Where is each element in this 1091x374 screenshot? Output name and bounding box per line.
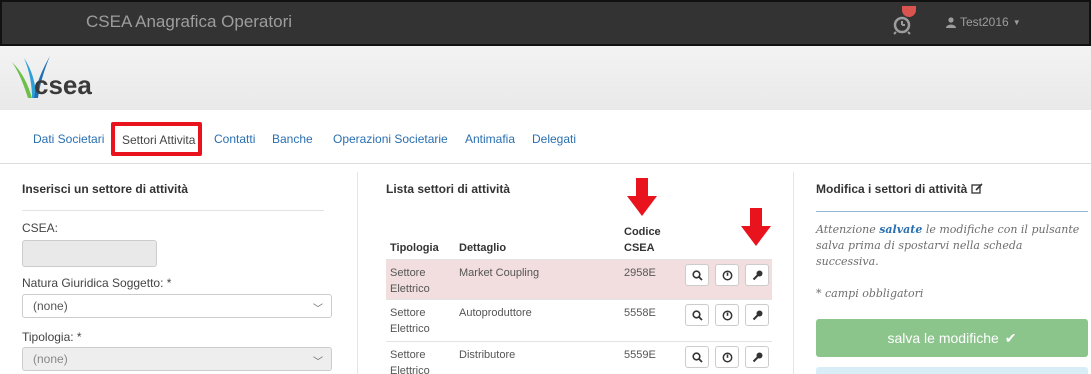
edit-divider <box>816 211 1088 212</box>
row-dettaglio: Market Coupling <box>459 267 540 279</box>
header-dettaglio: Dettaglio <box>459 242 507 254</box>
tab-banche[interactable]: Banche <box>272 132 313 146</box>
chevron-down-icon: ﹀ <box>313 304 323 315</box>
row-tipologia: Settore Elettrico <box>390 307 430 335</box>
wrench-icon <box>752 310 762 320</box>
search-icon <box>691 351 703 363</box>
row-dettaglio: Autoproduttore <box>459 307 532 319</box>
red-arrow-icon <box>741 208 771 246</box>
user-menu[interactable]: Test2016 ▼ <box>946 15 1021 29</box>
tab-bar: Dati Societari Settori Attivita Contatti… <box>0 110 1091 164</box>
csea-label: CSEA: <box>22 221 59 235</box>
edit-button[interactable] <box>745 264 769 286</box>
row-tipologia: Settore Elettrico <box>390 267 430 295</box>
natura-value: (none) <box>33 299 68 313</box>
power-icon <box>722 352 732 362</box>
wrench-icon <box>752 352 762 362</box>
tab-operazioni-societarie[interactable]: Operazioni Societarie <box>333 132 448 146</box>
alarm-clock-icon[interactable] <box>890 6 920 38</box>
natura-label: Natura Giuridica Soggetto: * <box>22 276 172 290</box>
red-arrow-icon <box>627 178 657 216</box>
user-icon <box>946 16 956 28</box>
form-title: Inserisci un settore di attività <box>22 182 189 196</box>
edit-button[interactable] <box>745 346 769 368</box>
toggle-button[interactable] <box>715 346 739 368</box>
tab-delegati[interactable]: Delegati <box>532 132 576 146</box>
list-title: Lista settori di attività <box>386 182 511 196</box>
save-button-label: salva le modifiche <box>887 330 999 346</box>
note-text-before: Attenzione <box>816 223 880 236</box>
view-button[interactable] <box>685 264 709 286</box>
toggle-button[interactable] <box>715 264 739 286</box>
row-tipologia: Settore Elettrico <box>390 349 430 374</box>
chevron-down-icon: ﹀ <box>313 357 323 368</box>
tab-dati-societari[interactable]: Dati Societari <box>33 132 104 146</box>
row-dettaglio: Distributore <box>459 349 516 361</box>
column-separator <box>793 172 794 374</box>
edit-icon <box>971 183 983 194</box>
logo-text: csea <box>34 70 92 100</box>
check-icon: ✔ <box>1004 329 1017 346</box>
required-fields-note: * campi obbligatori <box>816 287 924 300</box>
column-separator <box>357 172 358 374</box>
search-icon <box>691 309 703 321</box>
tab-contatti[interactable]: Contatti <box>214 132 255 146</box>
app-title[interactable]: CSEA Anagrafica Operatori <box>86 12 292 32</box>
tab-settori-attivita[interactable]: Settori Attivita <box>111 122 202 156</box>
tipologia-select[interactable]: (none) ﹀ <box>22 347 332 371</box>
wrench-icon <box>752 270 762 280</box>
header-codice: Codice <box>624 226 661 238</box>
header-csea: CSEA <box>624 242 655 254</box>
logo-band: csea <box>0 46 1091 110</box>
view-button[interactable] <box>685 346 709 368</box>
top-navbar: CSEA Anagrafica Operatori Test2016 ▼ <box>0 0 1091 46</box>
row-codice: 5558E <box>624 307 656 319</box>
power-icon <box>722 270 732 280</box>
tab-settori-attivita-label: Settori Attivita <box>122 133 196 147</box>
view-button[interactable] <box>685 304 709 326</box>
save-button[interactable]: salva le modifiche ✔ <box>816 319 1088 357</box>
chevron-down-icon: ▼ <box>1012 17 1021 27</box>
header-tipologia: Tipologia <box>390 242 439 254</box>
toggle-button[interactable] <box>715 304 739 326</box>
natura-select[interactable]: (none) ﹀ <box>22 294 332 318</box>
csea-input <box>22 240 157 267</box>
save-warning-note: Attenzione salvate le modifiche con il p… <box>816 222 1082 270</box>
edit-title-row: Modifica i settori di attività <box>816 182 983 196</box>
tipologia-value: (none) <box>33 352 68 366</box>
info-box <box>816 367 1088 374</box>
tab-antimafia[interactable]: Antimafia <box>465 132 515 146</box>
tipologia-label: Tipologia: * <box>22 330 82 344</box>
note-emphasis: salvate <box>879 223 923 236</box>
edit-button[interactable] <box>745 304 769 326</box>
search-icon <box>691 269 703 281</box>
row-codice: 2958E <box>624 267 656 279</box>
power-icon <box>722 310 732 320</box>
table-row: Settore Elettrico Autoproduttore 5558E <box>386 299 772 341</box>
table-row: Settore Elettrico Distributore 5559E <box>386 341 772 374</box>
form-divider <box>22 210 324 211</box>
user-name: Test2016 <box>960 15 1009 29</box>
table-row: Settore Elettrico Market Coupling 2958E <box>386 259 772 299</box>
edit-title: Modifica i settori di attività <box>816 182 968 196</box>
row-codice: 5559E <box>624 349 656 361</box>
